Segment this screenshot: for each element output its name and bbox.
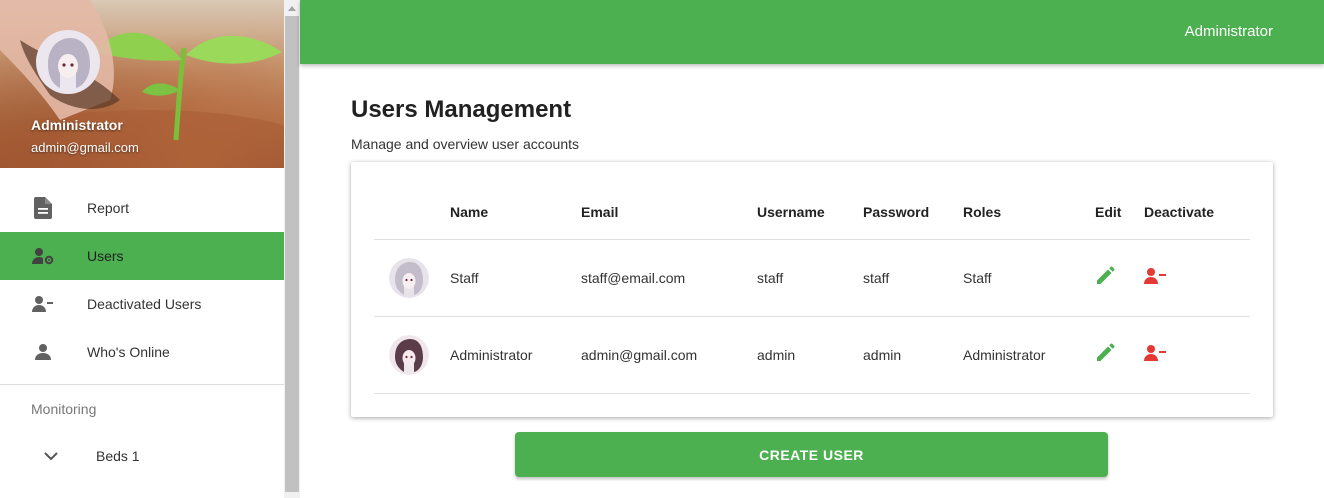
cell-edit bbox=[1095, 316, 1144, 394]
description-icon bbox=[32, 197, 54, 219]
sidebar-item-report[interactable]: Report bbox=[0, 184, 284, 232]
sidebar-item-label: Deactivated Users bbox=[87, 296, 202, 312]
column-header-roles: Roles bbox=[963, 186, 1095, 240]
cell-deactivate bbox=[1144, 239, 1250, 317]
column-header-password: Password bbox=[863, 186, 963, 240]
page-title: Users Management bbox=[351, 96, 572, 123]
users-table: Name Email Username Password Roles Edit … bbox=[374, 186, 1250, 394]
sidebar-scrollbar[interactable] bbox=[284, 0, 300, 498]
avatar-cell bbox=[374, 239, 450, 317]
sidebar-item-label: Who's Online bbox=[87, 344, 170, 360]
profile-name: Administrator bbox=[31, 117, 123, 133]
avatar-cell bbox=[374, 316, 450, 394]
cell-username: admin bbox=[757, 316, 863, 394]
create-user-button[interactable]: CREATE USER bbox=[515, 432, 1108, 477]
edit-icon[interactable] bbox=[1095, 266, 1115, 286]
column-header-username: Username bbox=[757, 186, 863, 240]
chevron-down-icon bbox=[44, 448, 58, 464]
cell-role: Staff bbox=[963, 239, 1095, 317]
cell-role: Administrator bbox=[963, 316, 1095, 394]
sidebar-item-label: Users bbox=[87, 248, 124, 264]
page-subtitle: Manage and overview user accounts bbox=[351, 136, 580, 152]
sidebar-item-deactivated-users[interactable]: Deactivated Users bbox=[0, 280, 284, 328]
table-row: Administrator admin@gmail.com admin admi… bbox=[374, 316, 1250, 394]
person-remove-icon[interactable] bbox=[1144, 344, 1168, 362]
sidebar-item-whos-online[interactable]: Who's Online bbox=[0, 328, 284, 376]
cell-edit bbox=[1095, 239, 1144, 317]
person-remove-icon[interactable] bbox=[1144, 267, 1168, 285]
cell-username: staff bbox=[757, 239, 863, 317]
cell-name: Staff bbox=[450, 239, 581, 317]
profile-email: admin@gmail.com bbox=[31, 140, 139, 155]
sidebar-item-label: Report bbox=[87, 200, 130, 216]
scroll-up-arrow-icon[interactable] bbox=[284, 0, 300, 16]
manage-accounts-icon bbox=[32, 245, 54, 267]
cell-email: admin@gmail.com bbox=[581, 316, 757, 394]
cell-name: Administrator bbox=[450, 316, 581, 394]
header-user-name[interactable]: Administrator bbox=[1185, 23, 1273, 40]
cell-password: staff bbox=[863, 239, 963, 317]
scroll-thumb[interactable] bbox=[285, 16, 299, 492]
users-table-card: Name Email Username Password Roles Edit … bbox=[351, 162, 1273, 417]
profile-info: Administrator admin@gmail.com bbox=[31, 116, 139, 157]
avatar bbox=[389, 334, 429, 375]
avatar bbox=[389, 257, 429, 298]
column-header-email: Email bbox=[581, 186, 757, 240]
sidebar-nav: Report Users Deactivated Users Who's Onl… bbox=[0, 184, 284, 376]
profile-avatar bbox=[36, 30, 100, 94]
column-header-name: Name bbox=[450, 186, 581, 240]
table-header-row: Name Email Username Password Roles Edit … bbox=[374, 186, 1250, 240]
column-header-edit: Edit bbox=[1095, 186, 1144, 240]
top-app-bar: Administrator bbox=[300, 0, 1324, 64]
cell-password: admin bbox=[863, 316, 963, 394]
profile-banner: Administrator admin@gmail.com bbox=[0, 0, 284, 168]
section-label-monitoring: Monitoring bbox=[31, 401, 97, 417]
sidebar-item-label: Beds 1 bbox=[96, 448, 140, 464]
cell-deactivate bbox=[1144, 316, 1250, 394]
sidebar: Administrator admin@gmail.com Report Use… bbox=[0, 0, 284, 498]
table-row: Staff staff@email.com staff staff Staff bbox=[374, 239, 1250, 317]
sidebar-item-users[interactable]: Users bbox=[0, 232, 284, 280]
person-remove-icon bbox=[32, 293, 54, 315]
sidebar-item-beds-1[interactable]: Beds 1 bbox=[0, 432, 284, 480]
person-icon bbox=[32, 341, 54, 363]
edit-icon[interactable] bbox=[1095, 343, 1115, 363]
column-header-deactivate: Deactivate bbox=[1144, 186, 1250, 240]
main-heading: Users Management Manage and overview use… bbox=[351, 94, 1273, 153]
cell-email: staff@email.com bbox=[581, 239, 757, 317]
column-header-avatar bbox=[374, 186, 450, 240]
